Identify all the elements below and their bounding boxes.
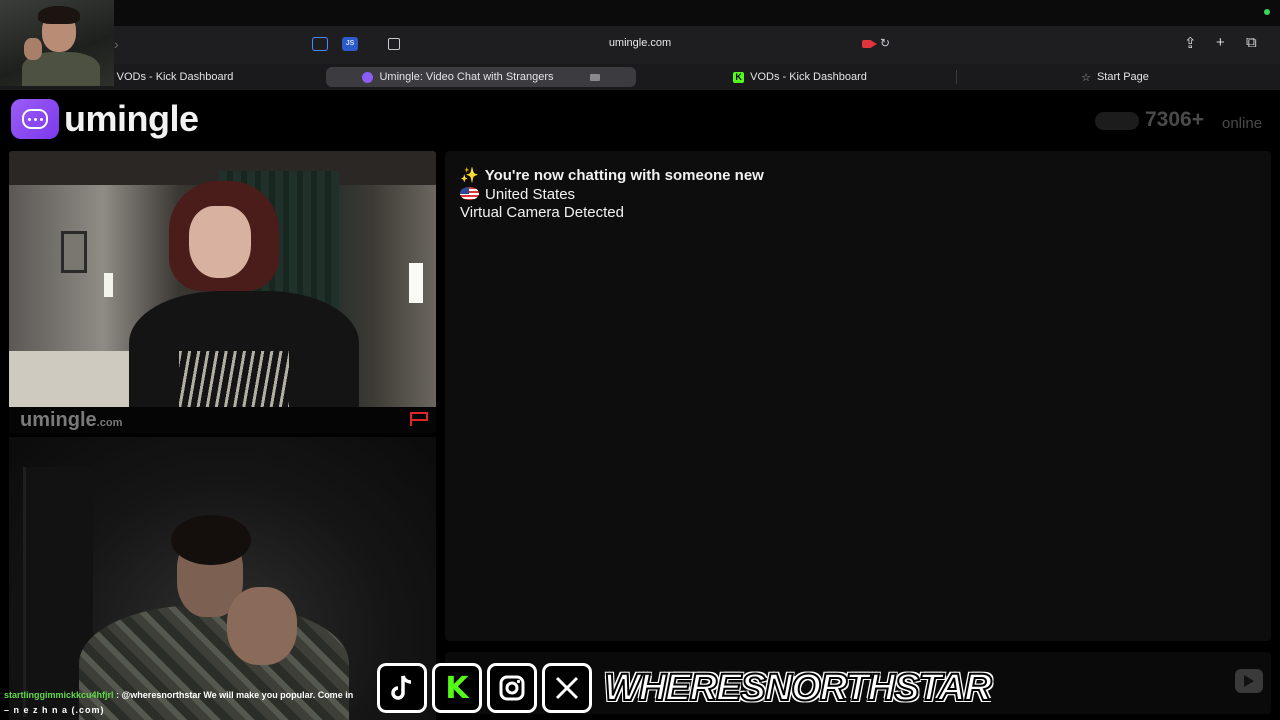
streamer-handle: WHERESNORTHSTAR (603, 666, 993, 710)
tab-bar: VODs - Kick Dashboard Umingle: Video Cha… (0, 64, 1280, 90)
tab-start-page[interactable]: ☆ Start Page (1060, 67, 1170, 87)
tab-divider (956, 70, 957, 84)
report-flag-icon[interactable] (408, 410, 430, 427)
chat-message: ✨ You're now chatting with someone new (460, 166, 764, 184)
tab-vods-2[interactable]: K VODs - Kick Dashboard (718, 67, 882, 87)
tab-label: VODs - Kick Dashboard (116, 71, 234, 83)
self-person-body (79, 605, 349, 720)
wall-lamp (409, 263, 423, 303)
screen: › JS umingle.com ↻ ⇪ + ⧉ VODs - Kick Das… (0, 0, 1280, 720)
tab-umingle[interactable]: Umingle: Video Chat with Strangers (326, 67, 636, 87)
ticker-message: @wheresnorthstar We will make you popula… (121, 690, 354, 700)
message-text: United States (485, 186, 576, 203)
camera-in-use-icon[interactable] (862, 40, 877, 48)
webcam-person-hair (38, 6, 80, 24)
tiktok-icon (377, 663, 427, 713)
online-label: online (1222, 115, 1263, 132)
watermark-text: umingle (20, 409, 97, 431)
tab-vods-1[interactable]: VODs - Kick Dashboard (100, 67, 250, 87)
share-icon[interactable]: ⇪ (1184, 34, 1197, 52)
forward-icon[interactable]: › (114, 36, 119, 52)
umingle-logo-icon[interactable] (11, 99, 59, 139)
star-icon: ☆ (1081, 71, 1091, 84)
wall-lamp (104, 273, 113, 297)
chat-panel: ✨ You're now chatting with someone new Un… (445, 151, 1271, 641)
instagram-icon (487, 663, 537, 713)
tab-label: VODs - Kick Dashboard (750, 71, 867, 83)
reader-mode-icon[interactable] (388, 38, 400, 50)
watermark-suffix: .com (96, 417, 123, 429)
message-text: You're now chatting with someone new (484, 167, 764, 184)
ticker-separator: : (113, 690, 122, 700)
site-logo-text[interactable]: umingle (64, 98, 199, 140)
online-count: 7306+ (1145, 108, 1204, 131)
sparkles-icon: ✨ (460, 167, 479, 184)
send-button[interactable] (1235, 669, 1263, 693)
avatar-face (189, 206, 251, 278)
menu-strip (0, 0, 1280, 26)
chat-message: Virtual Camera Detected (460, 204, 624, 221)
x-icon (542, 663, 592, 713)
status-dot (1264, 9, 1270, 15)
stranger-video (9, 151, 436, 407)
kick-favicon-icon: K (733, 71, 745, 83)
message-text: Virtual Camera Detected (460, 204, 624, 221)
reload-icon[interactable]: ↻ (880, 36, 890, 50)
kick-icon: K (432, 663, 482, 713)
self-person-hair (171, 515, 251, 565)
address-bar[interactable]: umingle.com (560, 37, 720, 49)
shirt-print (179, 351, 289, 407)
video-footer: umingle.com (9, 407, 436, 433)
chat-message: United States (460, 186, 575, 203)
extension-cube-icon[interactable] (312, 37, 328, 51)
self-video (9, 437, 436, 720)
tab-overview-icon[interactable]: ⧉ (1246, 34, 1257, 51)
ticker-line-2: – n e z h n a (.com) (4, 705, 105, 715)
umingle-favicon-icon (362, 71, 374, 83)
tab-label: Umingle: Video Chat with Strangers (379, 71, 554, 83)
self-person-hand (227, 587, 297, 665)
stream-chat-ticker: startlinggimmickkcu4hfjrl : @wheresnorth… (4, 690, 353, 700)
send-icon (1244, 675, 1254, 687)
webcam-person-hand (24, 38, 42, 60)
video-watermark: umingle.com (20, 409, 122, 432)
js-extension-icon[interactable]: JS (342, 37, 358, 51)
tab-label: Start Page (1096, 71, 1149, 83)
ticker-username: startlinggimmickkcu4hfjrl (4, 690, 114, 700)
online-toggle[interactable] (1095, 112, 1139, 130)
wall-frame (61, 231, 87, 273)
tab-camera-icon (589, 73, 600, 81)
us-flag-icon (460, 187, 479, 200)
new-tab-icon[interactable]: + (1216, 34, 1225, 51)
streamer-webcam (0, 0, 114, 86)
